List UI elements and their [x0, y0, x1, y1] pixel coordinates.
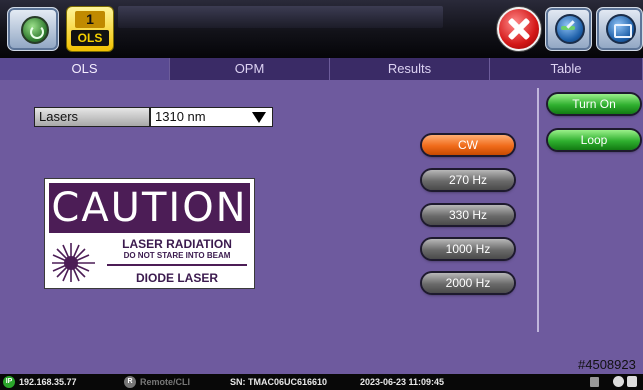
caution-divider — [107, 264, 247, 266]
caution-title: CAUTION — [49, 183, 250, 233]
remote-cli-status: Remote/CLI — [140, 377, 191, 387]
tab-opm[interactable]: OPM — [170, 58, 330, 80]
mode-cw-button[interactable]: CW — [422, 135, 514, 155]
turn-on-button[interactable]: Turn On — [548, 94, 640, 114]
folder-icon — [606, 14, 636, 44]
caution-line-diode: DIODE LASER — [135, 271, 218, 285]
wrench-icon — [555, 14, 585, 44]
usb-icon — [627, 376, 637, 387]
close-icon[interactable] — [497, 7, 541, 51]
tab-bar: OLS OPM Results Table — [0, 58, 643, 80]
caution-line-radiation: LASER RADIATION — [122, 237, 232, 251]
ip-address: 192.168.35.77 — [19, 377, 77, 387]
caution-line-stare: DO NOT STARE INTO BEAM — [123, 251, 231, 260]
mode-1000hz-button[interactable]: 1000 Hz — [422, 239, 514, 259]
serial-tag: #4508923 — [578, 357, 636, 372]
datetime: 2023-06-23 11:09:45 — [360, 377, 445, 387]
top-toolbar: 1 OLS — [0, 0, 643, 58]
folder-shape — [614, 24, 632, 38]
tab-ols[interactable]: OLS — [0, 58, 170, 80]
lasers-label: Lasers — [34, 107, 150, 127]
ols-test-button[interactable]: 1 OLS — [66, 6, 114, 52]
ols-label: OLS — [71, 30, 109, 46]
status-bar: IP 192.168.35.77 R Remote/CLI SN: TMAC06… — [0, 374, 643, 390]
laser-burst-icon — [52, 243, 95, 282]
power-icon — [21, 16, 49, 44]
battery-icon — [590, 377, 599, 387]
settings-icon[interactable] — [613, 376, 624, 387]
ip-icon: IP — [3, 376, 15, 388]
dropdown-arrow-icon — [252, 112, 266, 123]
lasers-value: 1310 nm — [155, 109, 206, 124]
remote-icon: R — [124, 376, 136, 388]
mode-270hz-button[interactable]: 270 Hz — [422, 170, 514, 190]
mode-330hz-button[interactable]: 330 Hz — [422, 205, 514, 225]
loop-button[interactable]: Loop — [548, 130, 640, 150]
lasers-dropdown[interactable]: 1310 nm — [150, 107, 273, 127]
files-button[interactable] — [596, 7, 643, 51]
tab-table[interactable]: Table — [490, 58, 643, 80]
toolbar-strip — [118, 6, 443, 28]
tools-button[interactable] — [545, 7, 592, 51]
tab-results[interactable]: Results — [330, 58, 490, 80]
panel-divider — [537, 88, 539, 332]
serial-number: SN: TMAC06UC616610 — [230, 377, 328, 387]
mode-2000hz-button[interactable]: 2000 Hz — [422, 273, 514, 293]
ols-count: 1 — [75, 11, 105, 28]
home-button[interactable] — [7, 7, 59, 51]
caution-sign: CAUTION LASER RADIATION DO NOT STARE INT… — [44, 178, 255, 289]
